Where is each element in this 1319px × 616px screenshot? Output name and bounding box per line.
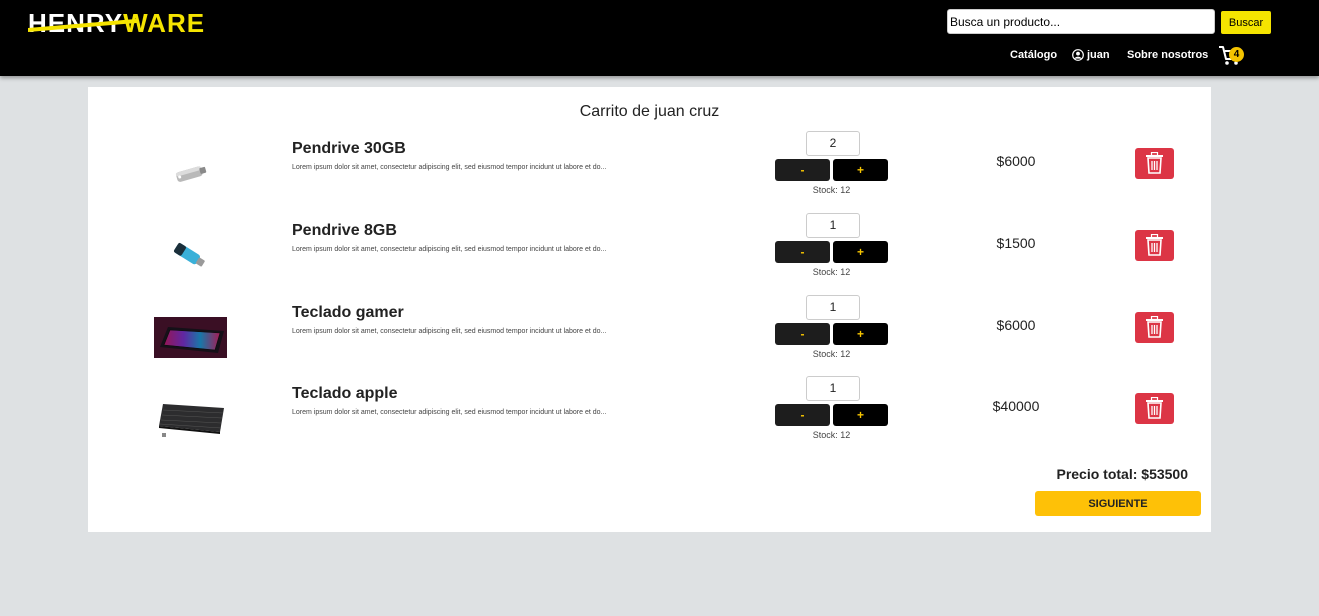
product-name: Pendrive 30GB [292, 140, 406, 157]
trash-icon [1146, 152, 1163, 174]
product-image-pendrive [175, 166, 207, 182]
decrease-quantity-button[interactable]: - [775, 323, 830, 345]
trash-icon [1146, 316, 1163, 338]
stock-label: Stock: 12 [812, 430, 851, 440]
item-price: $6000 [996, 153, 1036, 169]
cart-count-badge: 4 [1229, 47, 1244, 62]
product-description: Lorem ipsum dolor sit amet, consectetur … [292, 328, 607, 335]
quantity-field[interactable]: 1 [806, 213, 860, 238]
product-image-keyboard [159, 404, 224, 437]
increase-quantity-button[interactable]: + [833, 323, 888, 345]
product-name: Teclado gamer [292, 304, 404, 321]
next-button[interactable]: SIGUIENTE [1035, 491, 1201, 516]
quantity-field[interactable]: 2 [806, 131, 860, 156]
product-name: Teclado apple [292, 385, 398, 402]
cart-item: Teclado gamer Lorem ipsum dolor sit amet… [0, 295, 1319, 373]
search-input[interactable] [947, 9, 1215, 34]
delete-item-button[interactable] [1135, 312, 1174, 343]
product-image-pendrive [174, 243, 205, 267]
increase-quantity-button[interactable]: + [833, 404, 888, 426]
item-price: $1500 [996, 235, 1036, 251]
logo-swoosh-icon [28, 19, 138, 32]
stock-label: Stock: 12 [812, 267, 851, 277]
product-description: Lorem ipsum dolor sit amet, consectetur … [292, 409, 607, 416]
nav-user-label: juan [1087, 49, 1110, 61]
henryware-logo[interactable]: HENRYWARE [28, 8, 230, 38]
navbar: HENRYWARE Buscar Catálogo juan Sobre nos… [0, 0, 1319, 76]
product-image-keyboard [154, 317, 227, 358]
decrease-quantity-button[interactable]: - [775, 159, 830, 181]
nav-user-link[interactable]: juan [1072, 48, 1110, 62]
stock-label: Stock: 12 [812, 349, 851, 359]
search-button[interactable]: Buscar [1221, 11, 1271, 34]
stock-label: Stock: 12 [812, 185, 851, 195]
delete-item-button[interactable] [1135, 230, 1174, 261]
cart-title: Carrito de juan cruz [579, 103, 720, 120]
decrease-quantity-button[interactable]: - [775, 241, 830, 263]
cart-item: Pendrive 8GB Lorem ipsum dolor sit amet,… [0, 213, 1319, 291]
decrease-quantity-button[interactable]: - [775, 404, 830, 426]
cart-item: Teclado apple Lorem ipsum dolor sit amet… [0, 376, 1319, 454]
total-price: Precio total: $53500 [1056, 466, 1188, 482]
trash-icon [1146, 397, 1163, 419]
product-description: Lorem ipsum dolor sit amet, consectetur … [292, 246, 607, 253]
cart-item: Pendrive 30GB Lorem ipsum dolor sit amet… [0, 131, 1319, 209]
delete-item-button[interactable] [1135, 393, 1174, 424]
delete-item-button[interactable] [1135, 148, 1174, 179]
product-name: Pendrive 8GB [292, 222, 397, 239]
quantity-field[interactable]: 1 [806, 376, 860, 401]
user-circle-icon [1072, 49, 1084, 61]
item-price: $40000 [992, 398, 1040, 414]
item-price: $6000 [996, 317, 1036, 333]
increase-quantity-button[interactable]: + [833, 159, 888, 181]
trash-icon [1146, 234, 1163, 256]
nav-catalog-link[interactable]: Catálogo [1010, 48, 1057, 62]
increase-quantity-button[interactable]: + [833, 241, 888, 263]
quantity-field[interactable]: 1 [806, 295, 860, 320]
nav-about-link[interactable]: Sobre nosotros [1127, 48, 1208, 62]
product-description: Lorem ipsum dolor sit amet, consectetur … [292, 164, 607, 171]
